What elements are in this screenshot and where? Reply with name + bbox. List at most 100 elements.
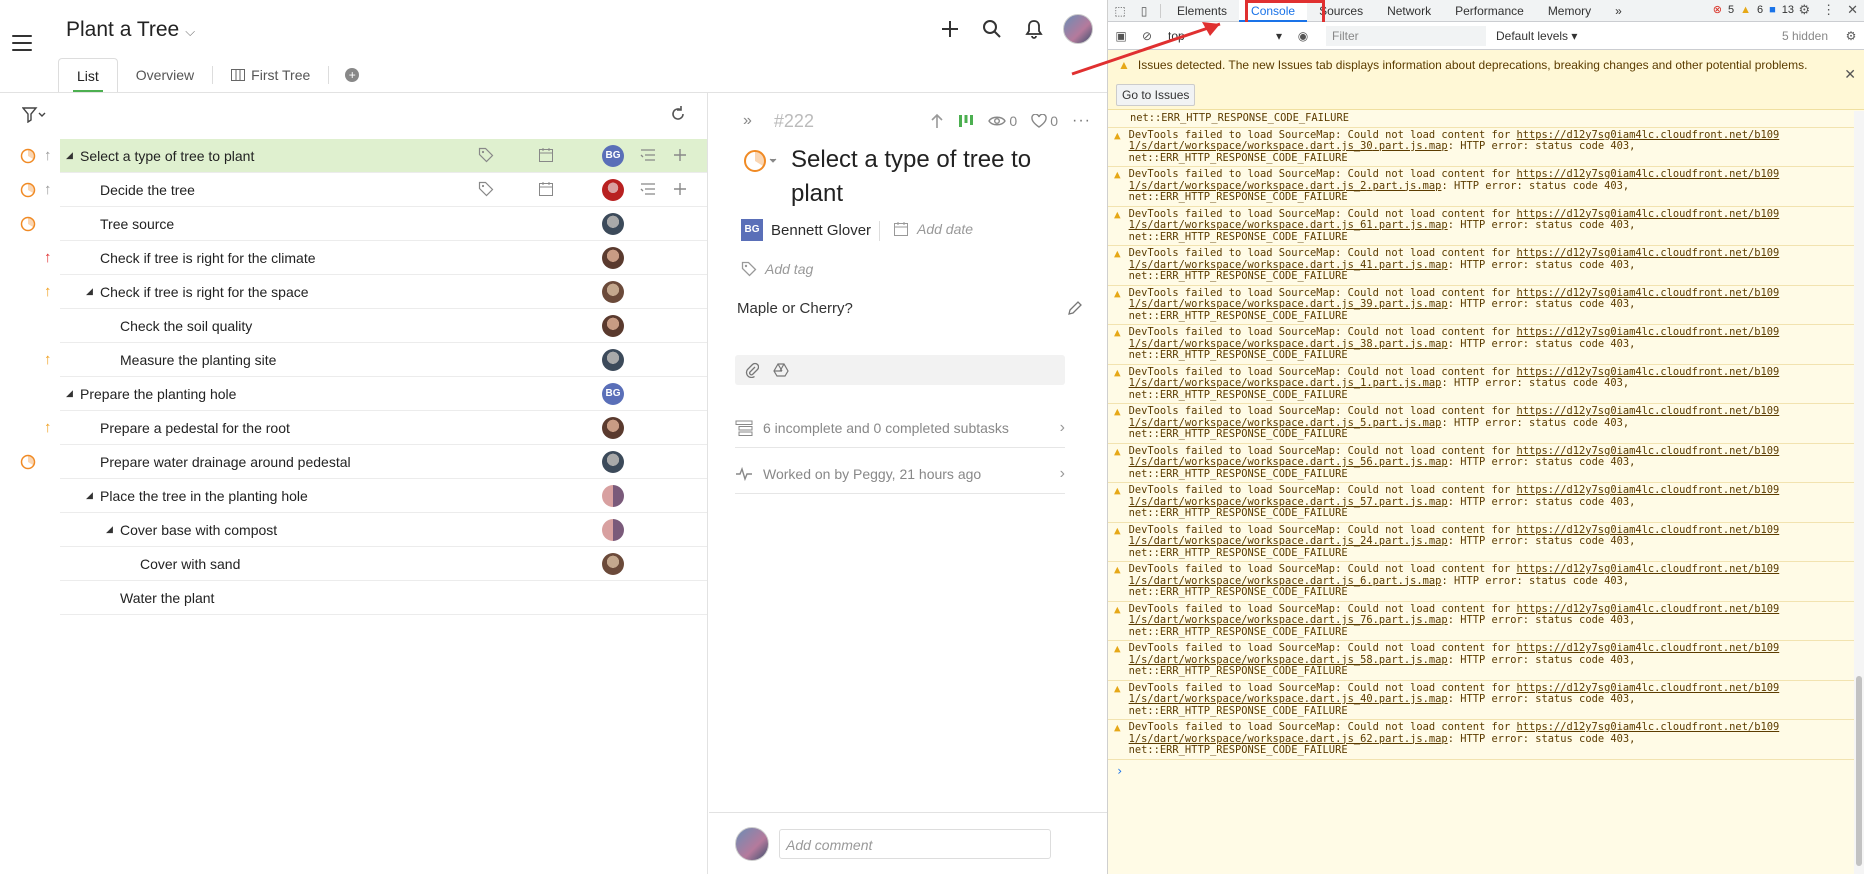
chevron-down-icon[interactable]: ⌵ [185,24,195,39]
menu-icon[interactable] [12,35,32,51]
assignee-avatar[interactable] [602,451,624,473]
views-count[interactable]: 0 [988,113,1017,129]
tab-overview[interactable]: Overview [118,58,212,92]
scrollbar-thumb[interactable] [1856,676,1862,866]
task-description[interactable]: Maple or Cherry? [737,300,853,317]
task-row[interactable]: ↑ Check if tree is right for the climate [44,241,707,275]
user-avatar[interactable] [1063,14,1093,44]
more-icon[interactable]: ··· [1072,112,1091,130]
close-icon[interactable]: ✕ [1847,2,1858,18]
priority-up-icon[interactable] [930,113,944,129]
assignee-avatar[interactable] [602,179,624,201]
activity-row[interactable]: Worked on by Peggy, 21 hours ago › [735,454,1065,494]
progress-icon[interactable] [20,182,36,198]
assignee-avatar[interactable] [602,349,624,371]
context-selector[interactable]: top ▾ [1160,29,1290,43]
google-drive-icon[interactable] [773,363,789,377]
task-row[interactable]: Check the soil quality [60,309,707,343]
add-tag[interactable]: Add tag [741,261,813,277]
console-settings-icon[interactable]: ⚙ [1838,29,1864,43]
console-prompt[interactable]: › [1108,760,1864,782]
sidebar-toggle-icon[interactable]: ▣ [1108,29,1134,43]
expand-icon[interactable]: ◢ [106,524,113,535]
task-row[interactable]: ◢ Prepare the planting hole BG [60,377,707,411]
priority-up-icon[interactable]: ↑ [44,283,52,300]
close-banner-icon[interactable]: ✕ [1844,66,1856,83]
expand-icon[interactable]: ◢ [86,490,93,501]
tag-icon[interactable] [478,147,494,163]
comment-input[interactable]: Add comment [779,829,1051,859]
task-row[interactable]: ↑ Decide the tree [20,173,707,207]
expand-icon[interactable]: ◢ [66,388,73,399]
task-title[interactable]: Select a type of tree to plant [791,143,1051,211]
add-subtask-icon[interactable] [672,181,688,197]
progress-icon[interactable] [743,149,779,180]
expand-icon[interactable]: ◢ [86,286,93,297]
filter-icon[interactable] [21,107,46,128]
more-tabs-icon[interactable]: » [1603,0,1634,22]
progress-icon[interactable] [20,148,36,164]
kebab-menu-icon[interactable]: ⋮ [1822,2,1835,18]
devtools-tab-network[interactable]: Network [1375,0,1443,22]
likes-count[interactable]: 0 [1031,113,1058,129]
devtools-tab-performance[interactable]: Performance [1443,0,1536,22]
task-row[interactable]: ◢ Place the tree in the planting hole [60,479,707,513]
devtools-tab-sources[interactable]: Sources [1307,0,1375,22]
priority-up-icon[interactable]: ↑ [44,147,52,164]
task-row[interactable]: Water the plant [60,581,707,615]
go-to-issues-button[interactable]: Go to Issues [1116,84,1196,106]
task-row[interactable]: ↑ ◢ Check if tree is right for the space [44,275,707,309]
priority-up-icon[interactable]: ↑ [44,419,52,436]
log-levels-dropdown[interactable]: Default levels ▾ [1496,29,1577,43]
gear-icon[interactable]: ⚙ [1798,2,1810,18]
device-toggle-icon[interactable]: ▯ [1132,4,1156,18]
progress-icon[interactable] [20,216,36,232]
board-view-icon[interactable] [958,114,974,128]
add-subtask-icon[interactable] [672,147,688,163]
subtask-list-icon[interactable] [640,147,656,163]
calendar-icon[interactable] [538,147,554,163]
assignee-avatar[interactable]: BG [602,383,624,405]
console-scrollbar[interactable] [1854,111,1864,874]
assignee-avatar[interactable] [602,315,624,337]
priority-up-icon[interactable]: ↑ [44,249,52,266]
clear-console-icon[interactable]: ⊘ [1134,29,1160,43]
assignee-avatar[interactable]: BG [602,145,624,167]
pencil-icon[interactable] [1067,300,1083,321]
refresh-icon[interactable] [669,105,687,128]
assignee-avatar[interactable] [602,417,624,439]
add-tab-icon[interactable]: + [345,68,360,82]
collapse-panel-icon[interactable]: » [743,112,752,130]
paperclip-icon[interactable] [745,362,759,378]
assignee-avatar[interactable] [602,519,624,541]
expand-icon[interactable]: ◢ [66,150,73,161]
search-icon[interactable] [979,12,1005,46]
devtools-tab-console[interactable]: Console [1239,0,1308,22]
task-row[interactable]: Prepare water drainage around pedestal [20,445,707,479]
tab-first-tree[interactable]: First Tree [213,58,328,92]
subtask-list-icon[interactable] [640,181,656,197]
calendar-icon[interactable] [538,181,554,197]
assignee-avatar[interactable] [602,553,624,575]
add-icon[interactable] [937,12,963,46]
assignee-avatar[interactable] [602,485,624,507]
add-date[interactable]: Add date [893,221,973,237]
task-row[interactable]: ↑ Prepare a pedestal for the root [44,411,707,445]
message-counts[interactable]: ⊗ 5 ▲ 6 ■ 13 [1713,3,1794,17]
assignee-avatar[interactable] [602,213,624,235]
assignee-avatar[interactable] [602,281,624,303]
bell-icon[interactable] [1021,12,1047,46]
assignee[interactable]: BG Bennett Glover [741,219,871,241]
task-row[interactable]: ↑ Measure the planting site [44,343,707,377]
task-row[interactable]: ↑ ◢ Select a type of tree to plant BG [20,139,707,173]
eye-icon[interactable]: ◉ [1290,29,1316,43]
task-row[interactable]: Cover with sand [60,547,707,581]
devtools-tab-memory[interactable]: Memory [1536,0,1603,22]
task-row[interactable]: Tree source [20,207,707,241]
priority-up-icon[interactable]: ↑ [44,351,52,368]
progress-icon[interactable] [20,454,36,470]
task-row[interactable]: ◢ Cover base with compost [60,513,707,547]
filter-input[interactable]: Filter [1326,25,1486,46]
priority-up-icon[interactable]: ↑ [44,181,52,198]
assignee-avatar[interactable] [602,247,624,269]
